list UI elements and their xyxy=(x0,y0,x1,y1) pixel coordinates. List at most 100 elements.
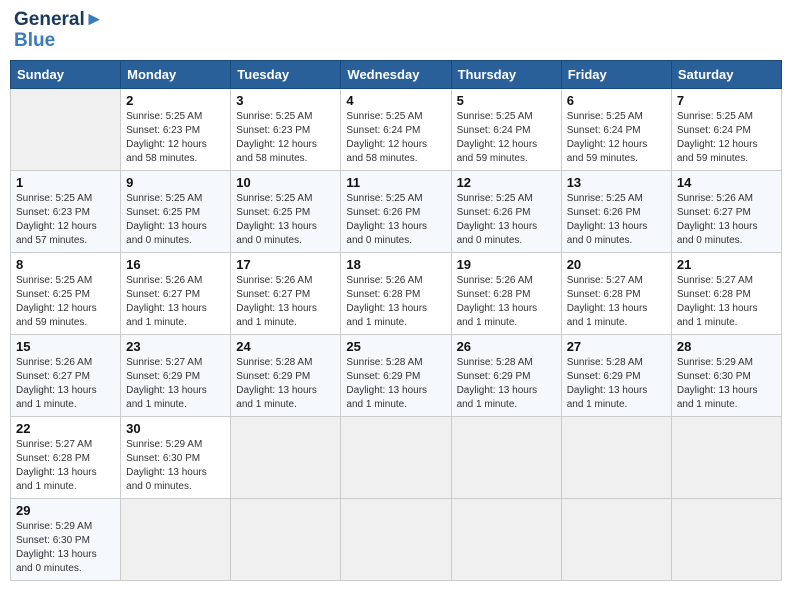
calendar-cell: 27 Sunrise: 5:28 AMSunset: 6:29 PMDaylig… xyxy=(561,334,671,416)
day-info: Sunrise: 5:29 AMSunset: 6:30 PMDaylight:… xyxy=(126,439,207,492)
day-info: Sunrise: 5:25 AMSunset: 6:25 PMDaylight:… xyxy=(16,275,97,328)
calendar-cell xyxy=(231,416,341,498)
calendar-week-row: 22 Sunrise: 5:27 AMSunset: 6:28 PMDaylig… xyxy=(11,416,782,498)
day-info: Sunrise: 5:25 AMSunset: 6:26 PMDaylight:… xyxy=(567,193,648,246)
day-info: Sunrise: 5:25 AMSunset: 6:24 PMDaylight:… xyxy=(346,111,427,164)
day-info: Sunrise: 5:27 AMSunset: 6:28 PMDaylight:… xyxy=(16,439,97,492)
day-number: 17 xyxy=(236,257,335,272)
day-info: Sunrise: 5:28 AMSunset: 6:29 PMDaylight:… xyxy=(567,357,648,410)
day-info: Sunrise: 5:26 AMSunset: 6:27 PMDaylight:… xyxy=(236,275,317,328)
calendar-cell: 21 Sunrise: 5:27 AMSunset: 6:28 PMDaylig… xyxy=(671,252,781,334)
day-number: 26 xyxy=(457,339,556,354)
day-info: Sunrise: 5:27 AMSunset: 6:28 PMDaylight:… xyxy=(567,275,648,328)
weekday-header: Friday xyxy=(561,60,671,88)
calendar-cell: 12 Sunrise: 5:25 AMSunset: 6:26 PMDaylig… xyxy=(451,170,561,252)
day-info: Sunrise: 5:25 AMSunset: 6:24 PMDaylight:… xyxy=(567,111,648,164)
day-number: 19 xyxy=(457,257,556,272)
calendar-cell: 10 Sunrise: 5:25 AMSunset: 6:25 PMDaylig… xyxy=(231,170,341,252)
day-number: 16 xyxy=(126,257,225,272)
day-info: Sunrise: 5:28 AMSunset: 6:29 PMDaylight:… xyxy=(457,357,538,410)
day-info: Sunrise: 5:25 AMSunset: 6:23 PMDaylight:… xyxy=(126,111,207,164)
day-number: 7 xyxy=(677,93,776,108)
logo-text: General► xyxy=(14,10,104,31)
day-info: Sunrise: 5:26 AMSunset: 6:27 PMDaylight:… xyxy=(126,275,207,328)
day-number: 15 xyxy=(16,339,115,354)
calendar-cell: 26 Sunrise: 5:28 AMSunset: 6:29 PMDaylig… xyxy=(451,334,561,416)
day-number: 18 xyxy=(346,257,445,272)
logo: General► Blue xyxy=(14,10,104,52)
calendar-cell xyxy=(561,498,671,580)
weekday-header: Saturday xyxy=(671,60,781,88)
calendar-cell xyxy=(231,498,341,580)
day-info: Sunrise: 5:25 AMSunset: 6:23 PMDaylight:… xyxy=(236,111,317,164)
day-info: Sunrise: 5:27 AMSunset: 6:29 PMDaylight:… xyxy=(126,357,207,410)
logo-blue: Blue xyxy=(14,31,104,52)
calendar-cell xyxy=(561,416,671,498)
day-info: Sunrise: 5:26 AMSunset: 6:27 PMDaylight:… xyxy=(677,193,758,246)
calendar-cell: 9 Sunrise: 5:25 AMSunset: 6:25 PMDayligh… xyxy=(121,170,231,252)
day-number: 25 xyxy=(346,339,445,354)
day-number: 10 xyxy=(236,175,335,190)
calendar-cell: 6 Sunrise: 5:25 AMSunset: 6:24 PMDayligh… xyxy=(561,88,671,170)
calendar-cell: 2 Sunrise: 5:25 AMSunset: 6:23 PMDayligh… xyxy=(121,88,231,170)
calendar-cell: 11 Sunrise: 5:25 AMSunset: 6:26 PMDaylig… xyxy=(341,170,451,252)
weekday-header: Monday xyxy=(121,60,231,88)
calendar-cell: 28 Sunrise: 5:29 AMSunset: 6:30 PMDaylig… xyxy=(671,334,781,416)
weekday-header: Sunday xyxy=(11,60,121,88)
day-info: Sunrise: 5:25 AMSunset: 6:23 PMDaylight:… xyxy=(16,193,97,246)
calendar-cell: 5 Sunrise: 5:25 AMSunset: 6:24 PMDayligh… xyxy=(451,88,561,170)
day-info: Sunrise: 5:25 AMSunset: 6:26 PMDaylight:… xyxy=(457,193,538,246)
day-info: Sunrise: 5:25 AMSunset: 6:24 PMDaylight:… xyxy=(457,111,538,164)
day-number: 9 xyxy=(126,175,225,190)
calendar-cell: 17 Sunrise: 5:26 AMSunset: 6:27 PMDaylig… xyxy=(231,252,341,334)
day-number: 4 xyxy=(346,93,445,108)
page-header: General► Blue xyxy=(10,10,782,52)
calendar-cell xyxy=(341,498,451,580)
calendar-cell: 22 Sunrise: 5:27 AMSunset: 6:28 PMDaylig… xyxy=(11,416,121,498)
weekday-header: Thursday xyxy=(451,60,561,88)
day-info: Sunrise: 5:27 AMSunset: 6:28 PMDaylight:… xyxy=(677,275,758,328)
day-number: 12 xyxy=(457,175,556,190)
day-number: 24 xyxy=(236,339,335,354)
calendar-cell: 25 Sunrise: 5:28 AMSunset: 6:29 PMDaylig… xyxy=(341,334,451,416)
day-number: 3 xyxy=(236,93,335,108)
calendar-cell: 4 Sunrise: 5:25 AMSunset: 6:24 PMDayligh… xyxy=(341,88,451,170)
day-number: 28 xyxy=(677,339,776,354)
calendar-cell: 20 Sunrise: 5:27 AMSunset: 6:28 PMDaylig… xyxy=(561,252,671,334)
calendar-cell xyxy=(341,416,451,498)
day-info: Sunrise: 5:29 AMSunset: 6:30 PMDaylight:… xyxy=(16,521,97,574)
calendar-cell xyxy=(451,498,561,580)
calendar-cell: 19 Sunrise: 5:26 AMSunset: 6:28 PMDaylig… xyxy=(451,252,561,334)
calendar-cell: 15 Sunrise: 5:26 AMSunset: 6:27 PMDaylig… xyxy=(11,334,121,416)
day-info: Sunrise: 5:28 AMSunset: 6:29 PMDaylight:… xyxy=(346,357,427,410)
calendar-cell: 8 Sunrise: 5:25 AMSunset: 6:25 PMDayligh… xyxy=(11,252,121,334)
calendar-cell: 29 Sunrise: 5:29 AMSunset: 6:30 PMDaylig… xyxy=(11,498,121,580)
calendar-cell xyxy=(451,416,561,498)
calendar-cell: 23 Sunrise: 5:27 AMSunset: 6:29 PMDaylig… xyxy=(121,334,231,416)
calendar-table: SundayMondayTuesdayWednesdayThursdayFrid… xyxy=(10,60,782,581)
calendar-cell: 7 Sunrise: 5:25 AMSunset: 6:24 PMDayligh… xyxy=(671,88,781,170)
calendar-week-row: 2 Sunrise: 5:25 AMSunset: 6:23 PMDayligh… xyxy=(11,88,782,170)
day-number: 27 xyxy=(567,339,666,354)
day-info: Sunrise: 5:25 AMSunset: 6:24 PMDaylight:… xyxy=(677,111,758,164)
day-info: Sunrise: 5:28 AMSunset: 6:29 PMDaylight:… xyxy=(236,357,317,410)
day-number: 29 xyxy=(16,503,115,518)
calendar-header-row: SundayMondayTuesdayWednesdayThursdayFrid… xyxy=(11,60,782,88)
calendar-week-row: 1 Sunrise: 5:25 AMSunset: 6:23 PMDayligh… xyxy=(11,170,782,252)
day-number: 20 xyxy=(567,257,666,272)
day-number: 21 xyxy=(677,257,776,272)
calendar-cell: 13 Sunrise: 5:25 AMSunset: 6:26 PMDaylig… xyxy=(561,170,671,252)
calendar-cell: 16 Sunrise: 5:26 AMSunset: 6:27 PMDaylig… xyxy=(121,252,231,334)
day-info: Sunrise: 5:26 AMSunset: 6:27 PMDaylight:… xyxy=(16,357,97,410)
calendar-cell: 24 Sunrise: 5:28 AMSunset: 6:29 PMDaylig… xyxy=(231,334,341,416)
calendar-cell xyxy=(671,416,781,498)
calendar-cell: 1 Sunrise: 5:25 AMSunset: 6:23 PMDayligh… xyxy=(11,170,121,252)
calendar-cell: 3 Sunrise: 5:25 AMSunset: 6:23 PMDayligh… xyxy=(231,88,341,170)
day-number: 23 xyxy=(126,339,225,354)
day-number: 8 xyxy=(16,257,115,272)
day-info: Sunrise: 5:25 AMSunset: 6:25 PMDaylight:… xyxy=(126,193,207,246)
day-number: 22 xyxy=(16,421,115,436)
calendar-cell: 30 Sunrise: 5:29 AMSunset: 6:30 PMDaylig… xyxy=(121,416,231,498)
calendar-cell xyxy=(671,498,781,580)
day-number: 5 xyxy=(457,93,556,108)
